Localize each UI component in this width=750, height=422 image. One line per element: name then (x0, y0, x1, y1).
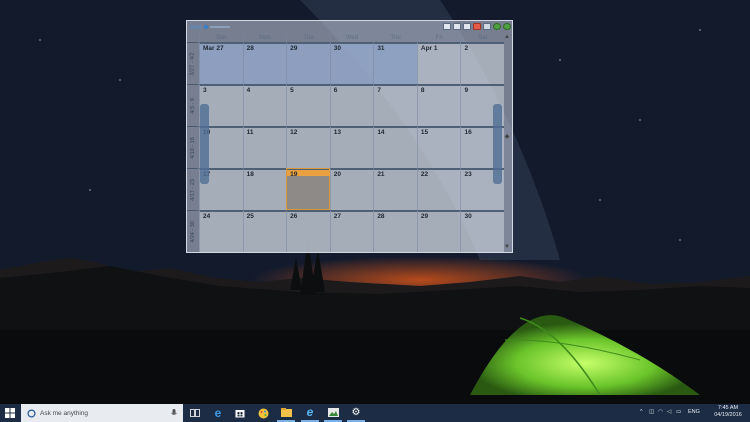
internet-explorer-icon: e (306, 405, 314, 419)
weekday-label: Tue (286, 34, 330, 42)
file-explorer-button[interactable] (277, 404, 295, 422)
day-cell[interactable]: 2 (460, 42, 505, 84)
wifi-icon[interactable]: ◠ (658, 409, 663, 415)
clock-date: 04/19/2016 (714, 412, 742, 418)
weekday-label: Thu (373, 34, 417, 42)
clock-time: 7:45 AM (717, 405, 739, 411)
week-range-label: 4/3 - 9 (187, 84, 198, 126)
task-view-button[interactable] (186, 404, 204, 422)
left-panel-tab[interactable] (200, 104, 209, 184)
calendar-icon[interactable] (483, 23, 491, 30)
day-cell[interactable]: Apr 1 (416, 42, 461, 84)
edge-button[interactable]: e (209, 404, 227, 422)
day-cell[interactable]: 30 (460, 210, 505, 252)
scroll-thumb-icon[interactable]: ◆ (503, 134, 511, 141)
photos-button[interactable] (324, 404, 342, 422)
day-cell[interactable]: 27 (329, 210, 374, 252)
day-cell[interactable]: 7 (373, 84, 417, 126)
day-cell[interactable]: 30 (329, 42, 374, 84)
weekday-label: Wed (329, 34, 374, 42)
search-placeholder: Ask me anything (40, 409, 89, 417)
week-row: 24 25 26 27 28 29 30 (199, 210, 505, 252)
day-cell[interactable]: 4 (242, 84, 287, 126)
weekday-label: Sun (199, 34, 243, 42)
notification-icon[interactable]: ▭ (676, 409, 681, 415)
calendar-title-bar[interactable] (187, 21, 512, 33)
calendar-logo-icon (190, 24, 230, 30)
settings-button[interactable]: ⚙ (347, 404, 365, 422)
volume-icon[interactable]: ◁ (667, 409, 671, 415)
photos-icon (327, 407, 339, 417)
windows-start-icon (5, 408, 15, 418)
day-cell[interactable]: 22 (416, 168, 461, 210)
day-cell[interactable]: 21 (373, 168, 417, 210)
week-range-label: 4/10 - 16 (187, 126, 198, 168)
calendar-widget[interactable]: Sun Mon Tue Wed Thu Fri Sat 3/27 - 4/2 M… (186, 20, 513, 253)
day-cell[interactable]: 28 (373, 210, 417, 252)
day-cell[interactable]: 29 (286, 42, 330, 84)
weekday-label: Fri (416, 34, 461, 42)
day-cell[interactable]: 26 (286, 210, 330, 252)
day-cell[interactable]: 5 (286, 84, 330, 126)
week-range-label: 4/24 - 30 (187, 210, 198, 252)
clock[interactable]: 7:45 AM 04/19/2016 (710, 405, 746, 419)
week-row: 17 18 19 20 21 22 23 (199, 168, 505, 210)
paint-button[interactable] (254, 404, 272, 422)
chevron-up-icon[interactable]: ^ (640, 409, 643, 415)
day-cell[interactable]: 25 (242, 210, 287, 252)
store-button[interactable] (231, 404, 249, 422)
scroll-down-icon[interactable]: ▼ (503, 244, 511, 251)
network-icon[interactable]: ◫ (649, 409, 654, 415)
system-tray: ^ ◫ ◠ ◁ ▭ ENG 7:45 AM 04/19/2016 (630, 404, 750, 422)
calendar-scrollbar[interactable]: ▲ ◆ ▼ (503, 34, 511, 252)
day-cell[interactable]: 31 (373, 42, 417, 84)
day-cell[interactable]: 29 (416, 210, 461, 252)
store-icon (235, 410, 245, 418)
flag-icon[interactable] (473, 23, 481, 30)
day-cell[interactable]: 8 (416, 84, 461, 126)
weekday-label: Mon (242, 34, 287, 42)
day-cell[interactable]: 13 (329, 126, 374, 168)
taskbar: Ask me anything e e ⚙ ^ ◫ ◠ ◁ ▭ ENG 7:45… (0, 404, 750, 422)
month-view-icon[interactable] (443, 23, 451, 30)
internet-explorer-button[interactable]: e (301, 404, 319, 422)
day-cell[interactable]: 18 (242, 168, 287, 210)
week-row: 10 11 12 13 14 15 16 (199, 126, 505, 168)
refresh-icon[interactable] (493, 23, 501, 30)
day-cell[interactable]: 20 (329, 168, 374, 210)
settings-icon: ⚙ (351, 406, 361, 418)
day-cell[interactable]: Mar 27 (199, 42, 243, 84)
search-input[interactable]: Ask me anything (21, 404, 183, 422)
right-panel-tab[interactable] (493, 104, 502, 184)
week-range-label: 4/17 - 23 (187, 168, 198, 210)
weekday-header: Sun Mon Tue Wed Thu Fri Sat (199, 34, 504, 42)
week-view-icon[interactable] (453, 23, 461, 30)
desktop: Sun Mon Tue Wed Thu Fri Sat 3/27 - 4/2 M… (0, 0, 750, 404)
day-cell[interactable]: 24 (199, 210, 243, 252)
microphone-icon[interactable] (171, 409, 177, 417)
file-explorer-icon (280, 407, 292, 417)
scroll-up-icon[interactable]: ▲ (503, 34, 511, 41)
today-cell[interactable]: 19 (286, 168, 330, 210)
day-cell[interactable]: 12 (286, 126, 330, 168)
paint-icon (258, 408, 268, 418)
day-cell[interactable]: 15 (416, 126, 461, 168)
cortana-icon (27, 408, 36, 418)
day-view-icon[interactable] (463, 23, 471, 30)
day-cell[interactable]: 14 (373, 126, 417, 168)
sync-icon[interactable] (503, 23, 511, 30)
day-cell[interactable]: 6 (329, 84, 374, 126)
day-cell[interactable]: 11 (242, 126, 287, 168)
weekday-label: Sat (460, 34, 504, 42)
month-grid: 3/27 - 4/2 Mar 27 28 29 30 31 Apr 1 2 4/… (187, 42, 505, 252)
edge-icon: e (214, 406, 222, 420)
task-view-icon (190, 409, 200, 417)
day-cell[interactable]: 28 (242, 42, 287, 84)
week-row: 3 4 5 6 7 8 9 (199, 84, 505, 126)
start-button[interactable] (0, 404, 20, 422)
week-range-label: 3/27 - 4/2 (187, 42, 198, 84)
language-indicator[interactable]: ENG (688, 409, 700, 415)
week-row: Mar 27 28 29 30 31 Apr 1 2 (199, 42, 505, 84)
